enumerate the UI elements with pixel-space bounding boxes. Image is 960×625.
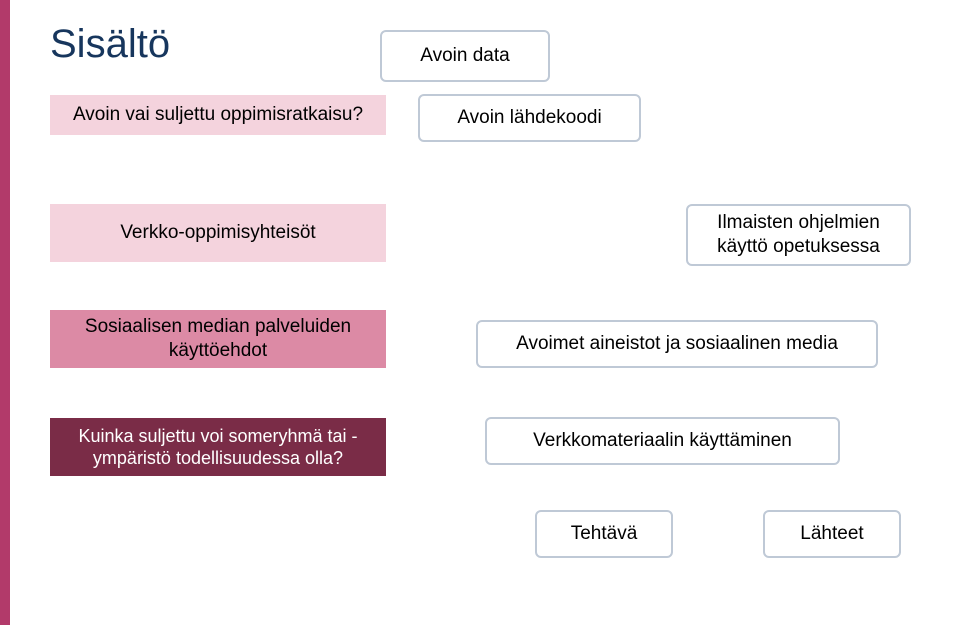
- box-tehtava: Tehtävä: [535, 510, 673, 558]
- box-avoimet-aineistot: Avoimet aineistot ja sosiaalinen media: [476, 320, 878, 368]
- box-kuinka-suljettu: Kuinka suljettu voi someryhmä tai -ympär…: [50, 418, 386, 476]
- page-title: Sisältö: [50, 22, 170, 67]
- box-lahteet: Lähteet: [763, 510, 901, 558]
- diagram-canvas: Sisältö Avoin data Avoin lähdekoodi Avoi…: [10, 0, 960, 625]
- box-avoin-vai-suljettu: Avoin vai suljettu oppimisratkaisu?: [50, 95, 386, 135]
- accent-strip: [0, 0, 10, 625]
- box-avoin-lahdekoodi: Avoin lähdekoodi: [418, 94, 641, 142]
- box-sosiaalisen-median: Sosiaalisen median palveluiden käyttöehd…: [50, 310, 386, 368]
- box-verkkomateriaalin: Verkkomateriaalin käyttäminen: [485, 417, 840, 465]
- box-verkko-oppimis: Verkko-oppimisyhteisöt: [50, 204, 386, 262]
- box-avoin-data: Avoin data: [380, 30, 550, 82]
- box-ilmaisten: Ilmaisten ohjelmien käyttö opetuksessa: [686, 204, 911, 266]
